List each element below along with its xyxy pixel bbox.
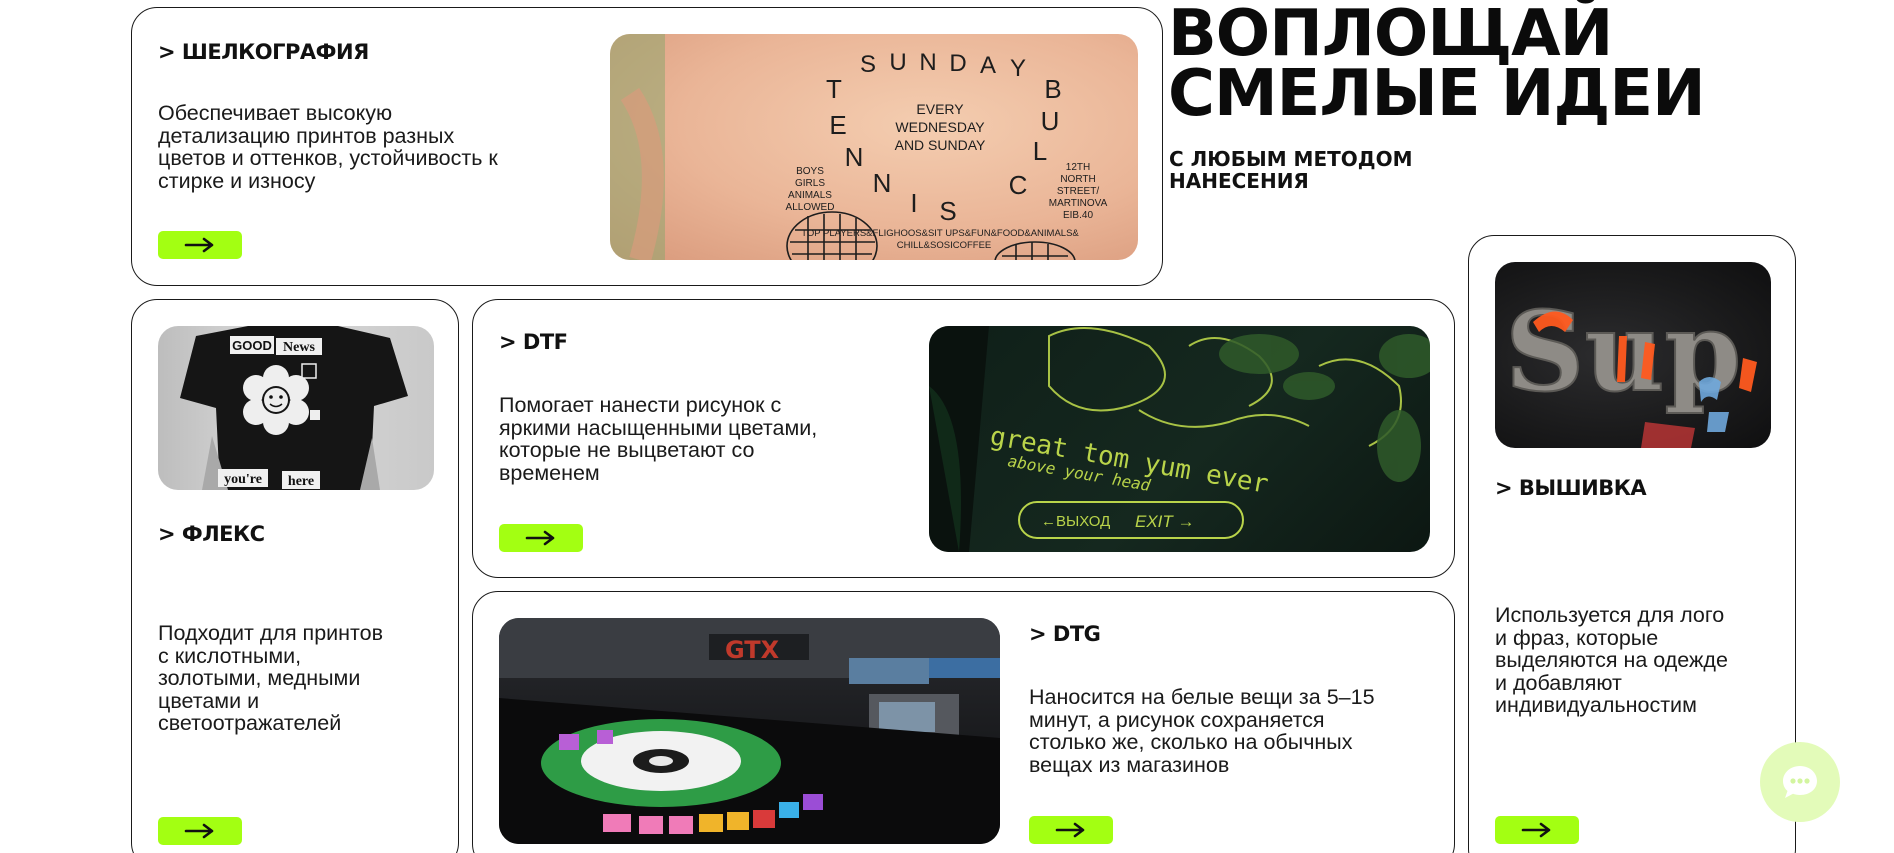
card-embroidery: Sup > ВЫШИВКА Используется для лого и фр… <box>1468 235 1796 853</box>
flex-print: GOOD News you're here <box>180 326 408 490</box>
side-text: ALLOWED <box>786 202 835 213</box>
dtg-printer-image: GTX <box>499 618 1000 844</box>
side-text: 12TH <box>1066 162 1090 173</box>
dtf-tshirt-image: great tom yum ever above your head ←ВЫХО… <box>929 326 1430 552</box>
bottom-text: CHILL&SOSICOFFEE <box>897 240 992 251</box>
side-text: STREET/ <box>1057 186 1099 197</box>
center-text: EVERY <box>916 101 964 117</box>
machine-logo: GTX <box>725 636 780 664</box>
hero-headline: ВОПЛОЩАЙ СМЕЛЫЕ ИДЕИ <box>1168 0 1706 131</box>
arrow-right-icon <box>1521 822 1551 838</box>
arc-letter: N <box>873 168 892 198</box>
arc-letter: N <box>919 49 936 76</box>
hero-subheadline-line-2: НАНЕСЕНИЯ <box>1169 169 1309 193</box>
silkscreen-print: S U N D A Y T E N N I S C L U B EVERY WE… <box>610 34 1108 260</box>
embroidery-more-button[interactable] <box>1495 816 1579 844</box>
arc-letter: U <box>1041 106 1060 136</box>
card-dtg: GTX > DTG Наносится на белые вещи за 5–1… <box>472 591 1455 853</box>
embroidery-patch-image: Sup <box>1495 262 1771 448</box>
arc-letter: E <box>829 110 846 140</box>
card-flex: GOOD News you're here > ФЛЕКС Подходит д… <box>131 299 459 853</box>
silkscreen-tshirt-image: S U N D A Y T E N N I S C L U B EVERY WE… <box>610 34 1138 260</box>
card-description: Наносится на белые вещи за 5–15 минут, а… <box>1029 685 1375 777</box>
arc-letter: L <box>1033 136 1047 166</box>
arc-letter: A <box>980 52 996 79</box>
dtf-more-button[interactable] <box>499 524 583 552</box>
card-title: > ШЕЛКОГРАФИЯ <box>158 40 369 64</box>
print-label: here <box>288 474 314 489</box>
card-dtf: > DTF Помогает нанести рисунок с яркими … <box>472 299 1455 578</box>
card-description: Обеспечивает высокую детализацию принтов… <box>158 101 498 193</box>
embroidery-print: Sup <box>1504 286 1757 448</box>
card-description: Используется для лого и фраз, которые вы… <box>1495 603 1728 717</box>
arrow-right-icon <box>525 530 555 546</box>
print-text: ←ВЫХОД <box>1041 513 1110 530</box>
side-text: GIRLS <box>795 178 825 189</box>
card-title: > DTF <box>499 330 568 354</box>
chat-icon <box>1783 766 1817 798</box>
card-silkscreen: > ШЕЛКОГРАФИЯ Обеспечивает высокую детал… <box>131 7 1163 286</box>
arc-letter: N <box>845 142 864 172</box>
arc-letter: T <box>826 74 842 104</box>
arc-letter: U <box>889 49 906 76</box>
print-label: GOOD <box>232 338 272 353</box>
card-title: > ФЛЕКС <box>158 522 265 546</box>
arc-letter: B <box>1044 74 1061 104</box>
side-text: ANIMALS <box>788 190 832 201</box>
card-description: Помогает нанести рисунок с яркими насыще… <box>499 393 818 485</box>
silkscreen-more-button[interactable] <box>158 231 242 259</box>
center-text: WEDNESDAY <box>895 119 985 135</box>
arc-letter: C <box>1009 170 1028 200</box>
hero-headline-line-2: СМЕЛЫЕ ИДЕИ <box>1168 57 1706 131</box>
arc-letter: S <box>860 51 876 78</box>
dtf-print: great tom yum ever above your head ←ВЫХО… <box>929 326 1430 552</box>
hero-headline-line-1: ВОПЛОЩАЙ <box>1168 0 1613 71</box>
side-text: NORTH <box>1060 174 1095 185</box>
arrow-right-icon <box>184 237 214 253</box>
side-text: BOYS <box>796 166 824 177</box>
print-label: News <box>283 340 315 355</box>
center-text: AND SUNDAY <box>895 137 986 153</box>
arc-letter: S <box>939 196 956 226</box>
chat-widget-button[interactable] <box>1760 742 1840 822</box>
dtg-print: GTX <box>499 618 1000 844</box>
arc-letter: I <box>910 188 917 218</box>
arrow-right-icon <box>1055 822 1085 838</box>
card-title: > DTG <box>1029 622 1101 646</box>
print-label: you're <box>224 472 262 487</box>
card-description: Подходит для принтов с кислотными, золот… <box>158 621 384 735</box>
arrow-right-icon <box>184 823 214 839</box>
flex-tshirt-image: GOOD News you're here <box>158 326 434 490</box>
flex-more-button[interactable] <box>158 817 242 845</box>
card-title: > ВЫШИВКА <box>1495 476 1647 500</box>
hero-subheadline-line-1: С ЛЮБЫМ МЕТОДОМ <box>1169 147 1413 171</box>
arc-letter: Y <box>1010 55 1026 82</box>
arc-letter: D <box>949 50 966 77</box>
print-text: EXIT → <box>1135 512 1195 531</box>
side-text: MARTINOVA <box>1049 198 1108 209</box>
hero-subheadline: С ЛЮБЫМ МЕТОДОМ НАНЕСЕНИЯ <box>1169 148 1413 192</box>
dtg-more-button[interactable] <box>1029 816 1113 844</box>
side-text: EIB.40 <box>1063 210 1093 221</box>
